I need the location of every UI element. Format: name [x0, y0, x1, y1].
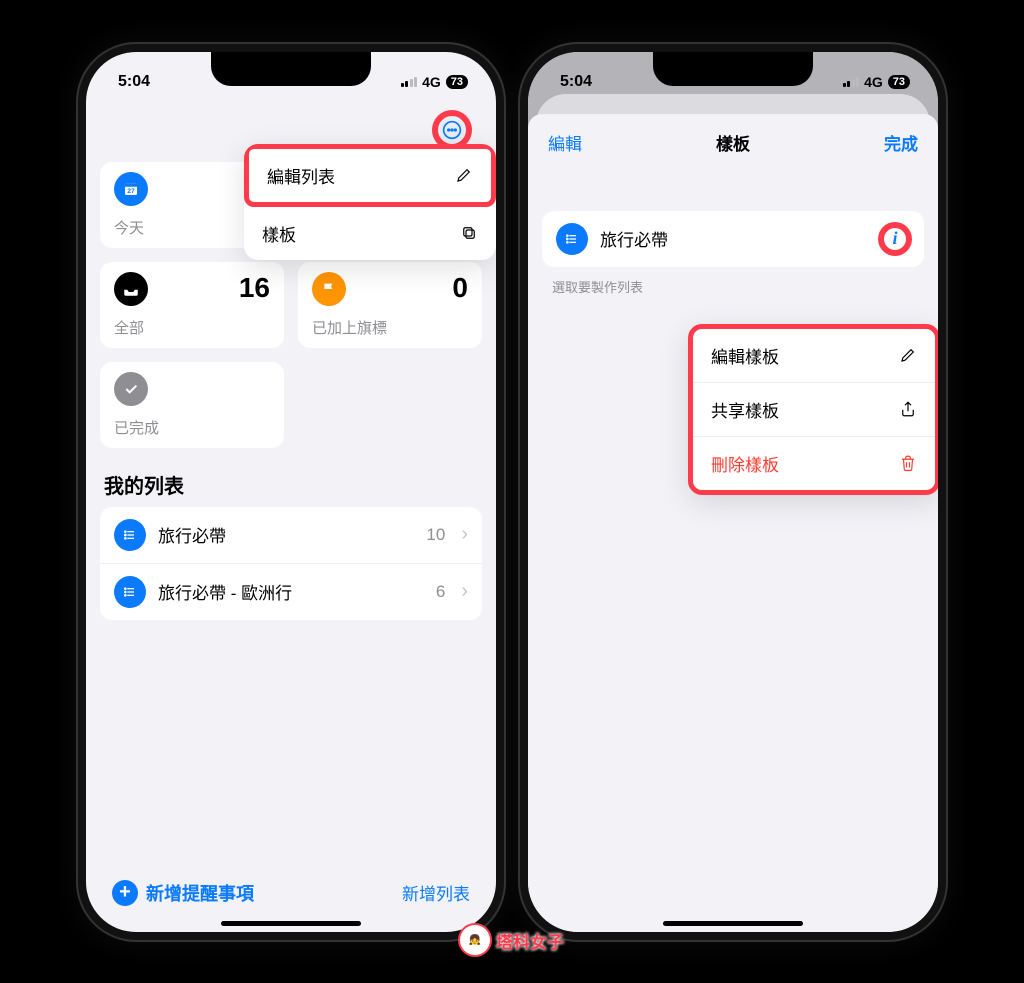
home-indicator[interactable] [221, 921, 361, 926]
sheet-title: 樣板 [716, 130, 750, 155]
status-time: 5:04 [560, 73, 592, 91]
menu-item-label: 共享樣板 [711, 397, 779, 422]
edit-button[interactable]: 編輯 [548, 130, 582, 155]
watermark-avatar-icon: 👧 [460, 925, 490, 955]
calendar-icon: 27 [114, 172, 148, 206]
list-bullet-icon [114, 576, 146, 608]
card-completed[interactable]: 已完成 [100, 362, 284, 448]
more-context-menu: 編輯列表 樣板 [244, 144, 496, 260]
done-button[interactable]: 完成 [884, 130, 918, 155]
battery-level: 73 [888, 75, 910, 89]
status-time: 5:04 [118, 73, 150, 91]
menu-item-label: 編輯列表 [267, 163, 335, 188]
home-indicator[interactable] [663, 921, 803, 926]
screen-right: 5:04 4G 73 編輯 樣板 完成 旅行必帶 i [528, 52, 938, 932]
more-menu-button[interactable] [434, 112, 470, 148]
menu-item-edit-template[interactable]: 編輯樣板 [693, 329, 935, 383]
card-count: 0 [452, 272, 468, 304]
status-right: 4G 73 [401, 74, 468, 90]
list-item-count: 6 [436, 582, 445, 602]
battery-icon: 73 [446, 75, 468, 89]
notch [211, 52, 371, 86]
list-bullet-icon [114, 519, 146, 551]
pencil-icon [899, 346, 917, 364]
template-name: 旅行必帶 [600, 226, 868, 251]
phone-left: 5:04 4G 73 編輯列表 樣板 [76, 42, 506, 942]
network-label: 4G [422, 74, 441, 90]
svg-text:27: 27 [127, 187, 135, 194]
card-count: 16 [239, 272, 270, 304]
notch [653, 52, 813, 86]
card-label: 已完成 [114, 417, 270, 438]
info-button[interactable]: i [880, 224, 910, 254]
phone-right: 5:04 4G 73 編輯 樣板 完成 旅行必帶 i [518, 42, 948, 942]
check-icon [114, 372, 148, 406]
list-bullet-icon [556, 223, 588, 255]
new-reminder-button[interactable]: + 新增提醒事項 [112, 880, 254, 906]
signal-icon [401, 76, 418, 87]
list-item-label: 旅行必帶 - 歐洲行 [158, 579, 424, 604]
network-label: 4G [864, 74, 883, 90]
list-item[interactable]: 旅行必帶 10 › [100, 507, 482, 564]
sheet-header: 編輯 樣板 完成 [528, 114, 938, 171]
my-lists: 旅行必帶 10 › 旅行必帶 - 歐洲行 6 › [100, 507, 482, 620]
menu-item-edit-list[interactable]: 編輯列表 [244, 144, 496, 207]
new-reminder-label: 新增提醒事項 [146, 880, 254, 906]
screen-left: 5:04 4G 73 編輯列表 樣板 [86, 52, 496, 932]
menu-item-label: 樣板 [262, 221, 296, 246]
list-item-label: 旅行必帶 [158, 522, 414, 547]
card-all[interactable]: 16 全部 [100, 262, 284, 348]
card-label: 全部 [114, 317, 270, 338]
card-flagged[interactable]: 0 已加上旗標 [298, 262, 482, 348]
plus-circle-icon: + [112, 880, 138, 906]
new-list-button[interactable]: 新增列表 [402, 880, 470, 905]
copy-icon [460, 224, 478, 242]
templates-sheet: 編輯 樣板 完成 旅行必帶 i 選取要製作列表 編輯樣板 共享樣板 [528, 114, 938, 932]
status-right: 4G 73 [843, 74, 910, 90]
pencil-icon [455, 166, 473, 184]
ellipsis-circle-icon [442, 120, 462, 140]
menu-item-share-template[interactable]: 共享樣板 [693, 383, 935, 437]
watermark-label: 塔科女子 [496, 928, 564, 953]
signal-icon [843, 76, 860, 87]
menu-item-delete-template[interactable]: 刪除樣板 [693, 437, 935, 490]
battery-icon: 73 [888, 75, 910, 89]
bottom-toolbar: + 新增提醒事項 新增列表 [86, 880, 496, 906]
section-header-my-lists: 我的列表 [104, 470, 478, 499]
template-hint: 選取要製作列表 [528, 267, 938, 306]
card-label: 已加上旗標 [312, 317, 468, 338]
menu-item-label: 刪除樣板 [711, 451, 779, 476]
watermark: 👧 塔科女子 [460, 925, 564, 955]
menu-item-label: 編輯樣板 [711, 343, 779, 368]
tray-icon [114, 272, 148, 306]
template-context-menu: 編輯樣板 共享樣板 刪除樣板 [688, 324, 938, 495]
chevron-right-icon: › [461, 523, 468, 546]
share-icon [899, 400, 917, 418]
flag-icon [312, 272, 346, 306]
battery-level: 73 [446, 75, 468, 89]
template-row[interactable]: 旅行必帶 i [542, 211, 924, 267]
chevron-right-icon: › [461, 580, 468, 603]
trash-icon [899, 454, 917, 472]
list-item[interactable]: 旅行必帶 - 歐洲行 6 › [100, 564, 482, 620]
menu-item-templates[interactable]: 樣板 [244, 207, 496, 260]
list-item-count: 10 [426, 525, 445, 545]
